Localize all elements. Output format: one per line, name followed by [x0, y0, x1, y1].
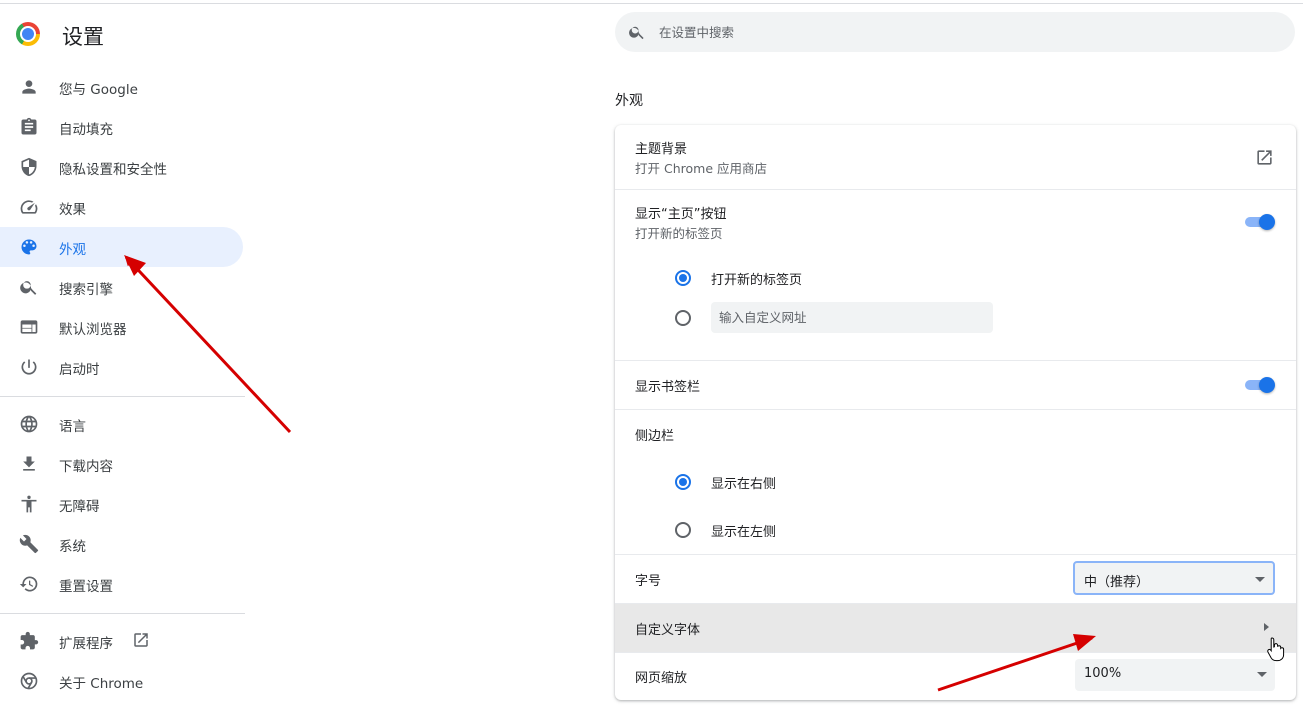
chrome-logo-icon — [16, 22, 40, 46]
sidebar-item-label: 下载内容 — [59, 459, 113, 475]
home-button-subtitle: 打开新的标签页 — [635, 226, 723, 241]
page-zoom-value: 100% — [1084, 666, 1122, 681]
bookmarks-bar-toggle[interactable] — [1243, 377, 1275, 393]
sidebar-item-you-and-google[interactable]: 您与 Google — [0, 67, 243, 107]
sidebar-item-extensions[interactable]: 扩展程序 — [0, 621, 243, 661]
sidebar-item-performance[interactable]: 效果 — [0, 187, 243, 227]
home-custom-url-radio[interactable] — [675, 310, 691, 326]
row-divider — [615, 652, 1296, 653]
side-panel-right-label: 显示在右侧 — [711, 477, 777, 492]
page-zoom-select[interactable]: 100% — [1075, 659, 1275, 691]
sidebar-item-downloads[interactable]: 下载内容 — [0, 444, 243, 484]
custom-fonts-row[interactable]: 自定义字体 — [615, 604, 1296, 652]
toggle-knob — [1259, 214, 1275, 230]
sidebar: 设置 您与 Google 自动填充 隐私设置和安全性 效果 外观 搜索引擎 默认… — [0, 0, 245, 709]
power-icon — [21, 359, 37, 375]
sidebar-divider — [0, 396, 245, 397]
home-newtab-radio[interactable] — [675, 270, 691, 286]
shield-icon — [21, 157, 37, 177]
toggle-knob — [1259, 377, 1275, 393]
search-icon — [629, 26, 644, 40]
home-button-toggle[interactable] — [1243, 214, 1275, 230]
custom-url-input[interactable] — [711, 302, 993, 333]
row-divider — [615, 409, 1296, 410]
font-size-select[interactable]: 中（推荐） — [1073, 561, 1275, 595]
sidebar-item-label: 关于 Chrome — [59, 676, 144, 692]
open-in-new-icon[interactable] — [1255, 148, 1274, 167]
side-panel-right-radio[interactable] — [675, 474, 691, 490]
side-panel-title: 侧边栏 — [635, 429, 675, 444]
sidebar-item-label: 重置设置 — [59, 579, 113, 595]
sidebar-item-label: 默认浏览器 — [59, 322, 127, 338]
chevron-down-icon — [1257, 672, 1267, 677]
row-divider — [615, 360, 1296, 361]
sidebar-item-label: 无障碍 — [59, 499, 100, 515]
sidebar-item-label: 效果 — [59, 202, 86, 218]
sidebar-item-accessibility[interactable]: 无障碍 — [0, 484, 243, 524]
sidebar-item-on-startup[interactable]: 启动时 — [0, 347, 243, 387]
sidebar-item-label: 外观 — [59, 242, 86, 258]
font-size-title: 字号 — [635, 574, 662, 589]
home-button-title: 显示“主页”按钮 — [635, 207, 727, 222]
theme-subtitle: 打开 Chrome 应用商店 — [635, 161, 767, 176]
custom-fonts-title: 自定义字体 — [635, 623, 701, 638]
brand: 设置 — [16, 20, 104, 49]
sidebar-item-label: 扩展程序 — [59, 636, 113, 652]
chevron-down-icon — [1255, 577, 1265, 582]
sidebar-item-system[interactable]: 系统 — [0, 524, 243, 564]
puzzle-icon — [20, 631, 39, 650]
sidebar-item-label: 自动填充 — [59, 122, 113, 138]
search-input[interactable] — [659, 20, 1259, 44]
section-title: 外观 — [615, 93, 643, 109]
sidebar-item-label: 您与 Google — [59, 82, 138, 98]
person-icon — [22, 80, 36, 94]
wrench-icon — [19, 534, 39, 554]
sidebar-item-about-chrome[interactable]: 关于 Chrome — [0, 661, 243, 701]
sidebar-item-label: 启动时 — [59, 362, 100, 378]
clipboard-icon — [21, 117, 37, 135]
page-zoom-title: 网页缩放 — [635, 671, 688, 686]
home-newtab-label: 打开新的标签页 — [711, 273, 803, 288]
theme-title: 主题背景 — [635, 142, 688, 157]
settings-search[interactable] — [615, 12, 1295, 52]
page-title: 设置 — [62, 25, 104, 49]
sidebar-divider — [0, 613, 245, 614]
sidebar-item-appearance[interactable]: 外观 — [0, 227, 243, 267]
sidebar-item-label: 搜索引擎 — [59, 282, 113, 298]
sidebar-item-autofill[interactable]: 自动填充 — [0, 107, 243, 147]
sidebar-item-label: 语言 — [59, 419, 86, 435]
speedometer-icon — [20, 200, 38, 214]
sidebar-item-languages[interactable]: 语言 — [0, 404, 243, 444]
browser-window-icon — [20, 320, 38, 334]
row-divider — [615, 554, 1296, 555]
history-icon — [19, 576, 38, 592]
accessibility-icon — [21, 495, 37, 513]
side-panel-left-radio[interactable] — [675, 522, 691, 538]
sidebar-item-privacy-security[interactable]: 隐私设置和安全性 — [0, 147, 243, 187]
chevron-right-icon — [1264, 623, 1269, 631]
open-in-new-icon — [134, 633, 148, 647]
sidebar-item-reset-settings[interactable]: 重置设置 — [0, 564, 243, 604]
row-divider — [615, 189, 1296, 190]
chrome-icon — [20, 672, 38, 690]
bookmarks-bar-title: 显示书签栏 — [635, 380, 701, 395]
globe-icon — [20, 415, 38, 433]
sidebar-item-label: 系统 — [59, 539, 86, 555]
side-panel-left-label: 显示在左侧 — [711, 525, 777, 540]
palette-icon — [21, 239, 37, 255]
hand-cursor-icon — [1267, 637, 1285, 662]
theme-row[interactable]: 主题背景 打开 Chrome 应用商店 — [615, 125, 1296, 189]
sidebar-item-label: 隐私设置和安全性 — [59, 162, 167, 178]
appearance-card: 主题背景 打开 Chrome 应用商店 显示“主页”按钮 打开新的标签页 打开新… — [615, 125, 1296, 700]
download-icon — [23, 456, 35, 471]
sidebar-item-default-browser[interactable]: 默认浏览器 — [0, 307, 243, 347]
search-icon — [20, 281, 37, 295]
sidebar-item-search-engine[interactable]: 搜索引擎 — [0, 267, 243, 307]
font-size-value: 中（推荐） — [1084, 575, 1150, 590]
